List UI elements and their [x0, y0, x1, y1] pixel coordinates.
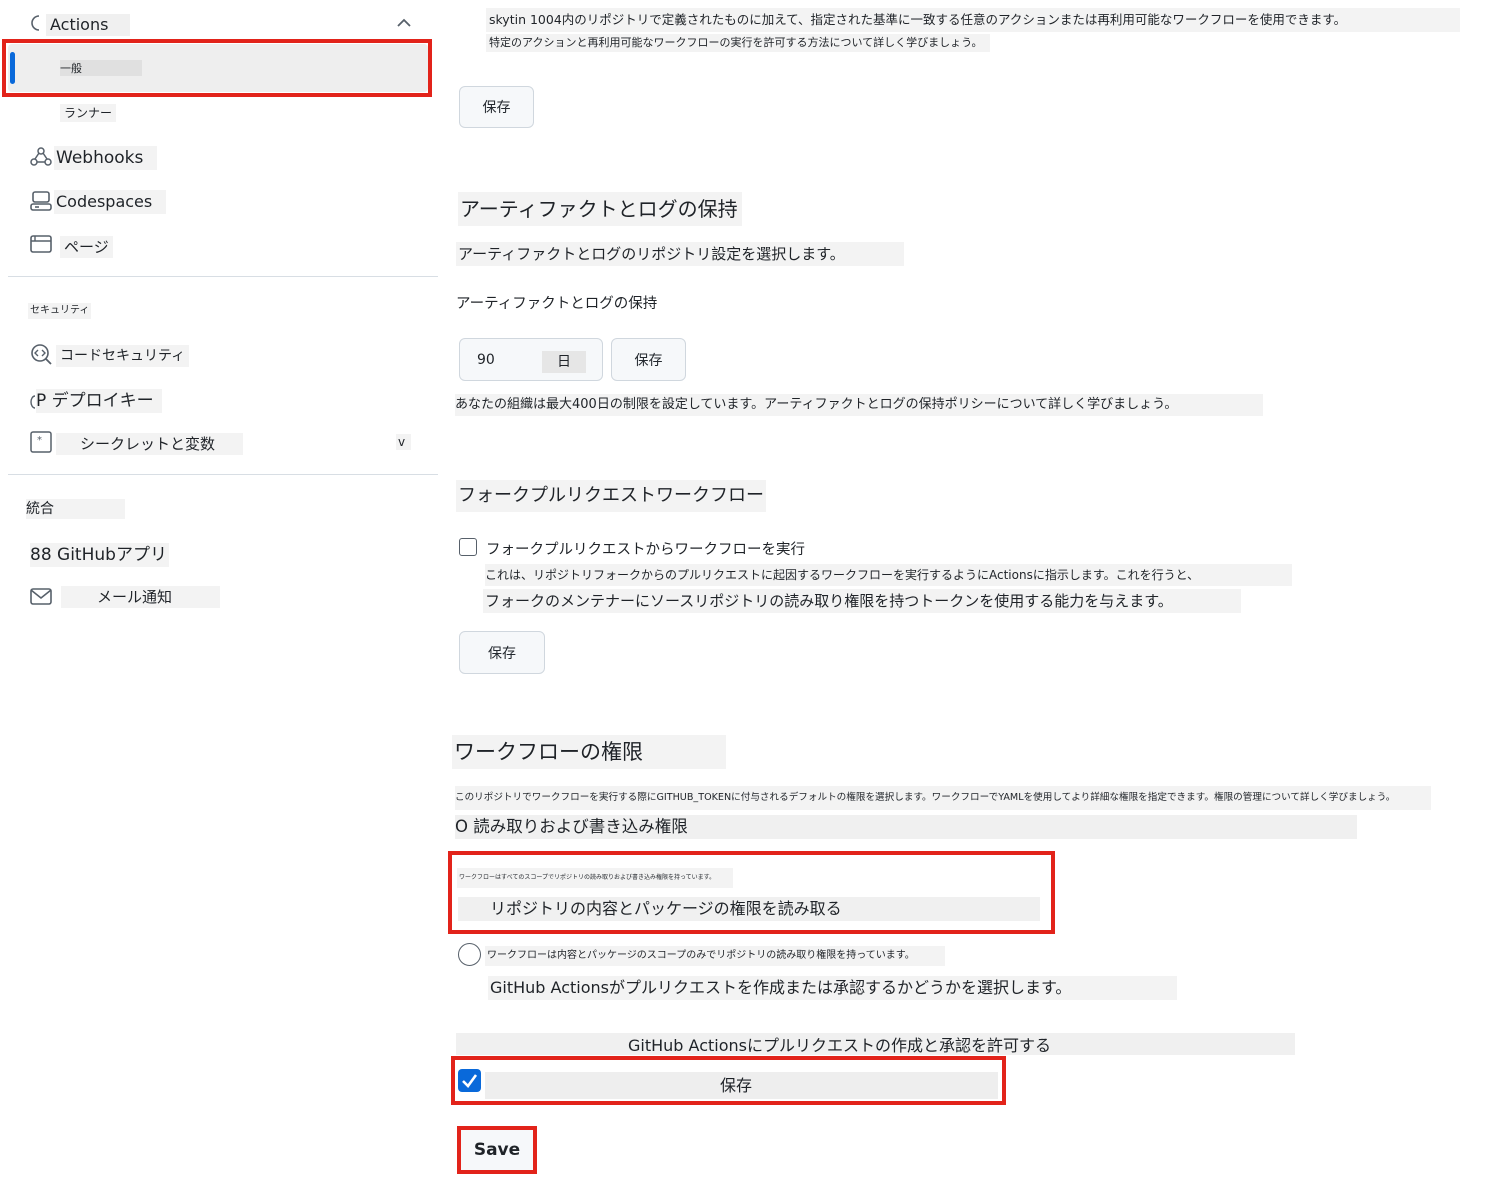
- fork-description-2: フォークのメンテナーにソースリポジトリの読み取り権限を持つトークンを使用する能力…: [483, 589, 1241, 613]
- sidebar-item-deploy-keys[interactable]: P デプロイキー: [36, 389, 162, 413]
- sidebar-heading-integrations-label: 統合: [26, 501, 54, 517]
- fork-run-checkbox-label: フォークプルリクエストからワークフローを実行: [486, 542, 805, 558]
- sidebar-item-code-security-label: コードセキュリティ: [60, 348, 186, 364]
- sidebar-item-secrets[interactable]: シークレットと変数: [56, 433, 243, 455]
- sidebar-item-webhooks[interactable]: Webhooks: [54, 146, 158, 170]
- artifact-save-button[interactable]: 保存: [611, 338, 686, 381]
- pr-approval-description: GitHub Actionsがプルリクエストを作成または承認するかどうかを選択し…: [488, 976, 1177, 1000]
- sidebar-item-secrets-label: シークレットと変数: [80, 435, 216, 453]
- svg-text:*: *: [37, 435, 42, 446]
- sidebar-item-deploy-keys-label: P デプロイキー: [36, 391, 154, 411]
- sidebar-item-github-apps-label: 88 GitHubアプリ: [30, 545, 167, 565]
- sidebar-divider: [8, 276, 438, 277]
- policy-learn-more-link[interactable]: 特定のアクションと再利用可能なワークフローの実行を許可する方法について詳しく学び…: [486, 34, 991, 52]
- permissions-section-title: ワークフローの権限: [452, 735, 726, 769]
- permission-read-radio[interactable]: [458, 943, 481, 966]
- sidebar-item-codespaces-label: Codespaces: [56, 192, 153, 211]
- fork-description-1: これは、リポジトリフォークからのプルリクエストに起因するワークフローを実行するよ…: [485, 564, 1292, 586]
- highlight-general: [2, 39, 432, 97]
- browser-icon: [30, 234, 52, 254]
- sidebar-item-pages[interactable]: ページ: [60, 236, 113, 258]
- artifact-section-title: アーティファクトとログの保持: [458, 192, 742, 226]
- code-security-icon: [30, 343, 52, 365]
- sidebar-item-github-apps[interactable]: 88 GitHubアプリ: [30, 543, 169, 567]
- fork-run-checkbox[interactable]: [459, 538, 477, 556]
- sidebar-divider-2: [8, 474, 438, 475]
- chevron-up-icon[interactable]: [396, 16, 412, 28]
- permission-read-description: ワークフローは内容とパッケージのスコープのみでリポジトリの読み取り権限を持ってい…: [485, 946, 945, 966]
- pr-allow-label: GitHub Actionsにプルリクエストの作成と承認を許可する: [456, 1033, 1295, 1055]
- secret-icon: *: [30, 431, 52, 453]
- fork-save-button[interactable]: 保存: [459, 631, 545, 674]
- sidebar-item-codespaces[interactable]: Codespaces: [54, 190, 167, 214]
- secrets-chevron-down-icon[interactable]: v: [396, 434, 412, 450]
- codespaces-icon: [30, 190, 52, 212]
- artifact-field-label: アーティファクトとログの保持: [456, 296, 658, 312]
- artifact-days-unit: 日: [542, 351, 586, 373]
- sidebar-item-email[interactable]: メール通知: [61, 586, 220, 608]
- highlight-final-save: [457, 1126, 537, 1174]
- sidebar-item-actions[interactable]: Actions: [46, 14, 130, 36]
- highlight-permissions: [448, 851, 1055, 934]
- artifact-days-value: 90: [477, 352, 495, 368]
- sidebar-item-runners-label: ランナー: [64, 106, 113, 120]
- sidebar-item-pages-label: ページ: [64, 238, 109, 256]
- fork-section-title: フォークプルリクエストワークフロー: [456, 480, 766, 512]
- sidebar-heading-integrations: 統合: [26, 499, 125, 519]
- sidebar-heading-security: セキュリティ: [28, 303, 92, 319]
- policy-save-button[interactable]: 保存: [459, 86, 534, 128]
- sidebar-item-actions-label: Actions: [50, 15, 109, 34]
- artifact-section-description: アーティファクトとログのリポジトリ設定を選択します。: [456, 242, 904, 266]
- sidebar-item-code-security[interactable]: コードセキュリティ: [56, 345, 190, 367]
- permissions-description: このリポジトリでワークフローを実行する際にGITHUB_TOKENに付与されるデ…: [455, 786, 1431, 810]
- webhook-icon: [30, 146, 52, 168]
- permission-read-write-label[interactable]: O 読み取りおよび書き込み権限: [455, 815, 1357, 839]
- mail-icon: [30, 588, 52, 606]
- artifact-days-input[interactable]: 90 日: [459, 338, 603, 381]
- sidebar-item-runners[interactable]: ランナー: [60, 104, 117, 122]
- sidebar-item-email-label: メール通知: [97, 588, 173, 606]
- policy-description: skytin 1004内のリポジトリで定義されたものに加えて、指定された基準に一…: [486, 8, 1460, 32]
- highlight-pr-allow: [451, 1056, 1006, 1105]
- sidebar-item-webhooks-label: Webhooks: [56, 148, 144, 168]
- artifact-retention-note: あなたの組織は最大400日の制限を設定しています。アーティファクトとログの保持ポ…: [455, 394, 1263, 416]
